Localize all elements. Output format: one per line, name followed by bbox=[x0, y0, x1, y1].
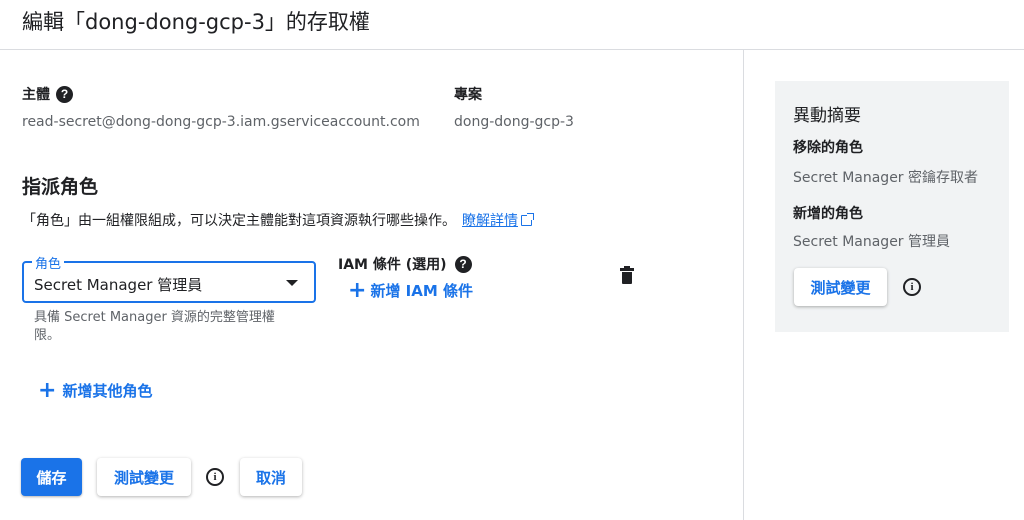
panel-divider bbox=[743, 50, 744, 520]
added-roles-label: 新增的角色 bbox=[793, 206, 863, 222]
page-header: 編輯「dong-dong-gcp-3」的存取權 bbox=[0, 0, 1024, 50]
plus-icon: + bbox=[38, 377, 57, 403]
info-icon[interactable]: i bbox=[206, 468, 224, 486]
open-in-new-icon bbox=[521, 213, 534, 226]
delete-icon-lid bbox=[620, 266, 634, 271]
add-iam-condition-button[interactable]: + 新增 IAM 條件 bbox=[348, 277, 473, 303]
principal-label-row: 主體 ? bbox=[22, 84, 73, 104]
role-field-label: 角色 bbox=[32, 253, 65, 272]
added-role-value: Secret Manager 管理員 bbox=[793, 234, 951, 250]
section-title-assign-roles: 指派角色 bbox=[22, 176, 99, 198]
principal-value: read-secret@dong-dong-gcp-3.iam.gservice… bbox=[22, 114, 420, 130]
page-title: 編輯「dong-dong-gcp-3」的存取權 bbox=[22, 10, 370, 34]
role-select[interactable]: 角色 Secret Manager 管理員 bbox=[22, 253, 316, 303]
project-label: 專案 bbox=[454, 87, 482, 103]
project-value: dong-dong-gcp-3 bbox=[454, 114, 574, 130]
removed-role-value: Secret Manager 密鑰存取者 bbox=[793, 170, 979, 186]
roles-description: 「角色」由一組權限組成，可以決定主體能對這項資源執行哪些操作。 瞭解詳情 bbox=[22, 210, 534, 230]
cancel-button[interactable]: 取消 bbox=[240, 458, 302, 496]
save-button[interactable]: 儲存 bbox=[21, 458, 82, 496]
principal-label: 主體 bbox=[22, 87, 50, 103]
learn-more-link[interactable]: 瞭解詳情 bbox=[462, 213, 534, 229]
plus-icon: + bbox=[348, 277, 367, 303]
summary-test-changes-button[interactable]: 測試變更 bbox=[794, 268, 887, 306]
delete-icon-can bbox=[622, 272, 632, 284]
iam-condition-label-row: IAM 條件 (選用) ? bbox=[338, 254, 472, 274]
help-icon[interactable]: ? bbox=[56, 85, 73, 103]
change-summary-panel: 異動摘要 移除的角色 Secret Manager 密鑰存取者 新增的角色 Se… bbox=[775, 81, 1009, 332]
role-selected-value: Secret Manager 管理員 bbox=[34, 276, 203, 294]
summary-title: 異動摘要 bbox=[793, 106, 861, 126]
removed-roles-label: 移除的角色 bbox=[793, 140, 863, 156]
iam-condition-label: IAM 條件 (選用) bbox=[338, 257, 447, 273]
test-changes-button[interactable]: 測試變更 bbox=[97, 458, 191, 496]
delete-icon[interactable] bbox=[620, 266, 634, 284]
help-icon[interactable]: ? bbox=[454, 255, 472, 273]
role-hint: 具備 Secret Manager 資源的完整管理權限。 bbox=[34, 310, 275, 343]
add-another-role-button[interactable]: + 新增其他角色 bbox=[38, 377, 153, 403]
info-icon[interactable]: i bbox=[903, 278, 921, 296]
add-iam-condition-label: 新增 IAM 條件 bbox=[370, 282, 473, 300]
learn-more-label: 瞭解詳情 bbox=[462, 213, 518, 229]
dropdown-arrow-icon bbox=[286, 280, 298, 286]
roles-description-text: 「角色」由一組權限組成，可以決定主體能對這項資源執行哪些操作。 bbox=[22, 213, 456, 229]
add-another-role-label: 新增其他角色 bbox=[62, 382, 153, 400]
